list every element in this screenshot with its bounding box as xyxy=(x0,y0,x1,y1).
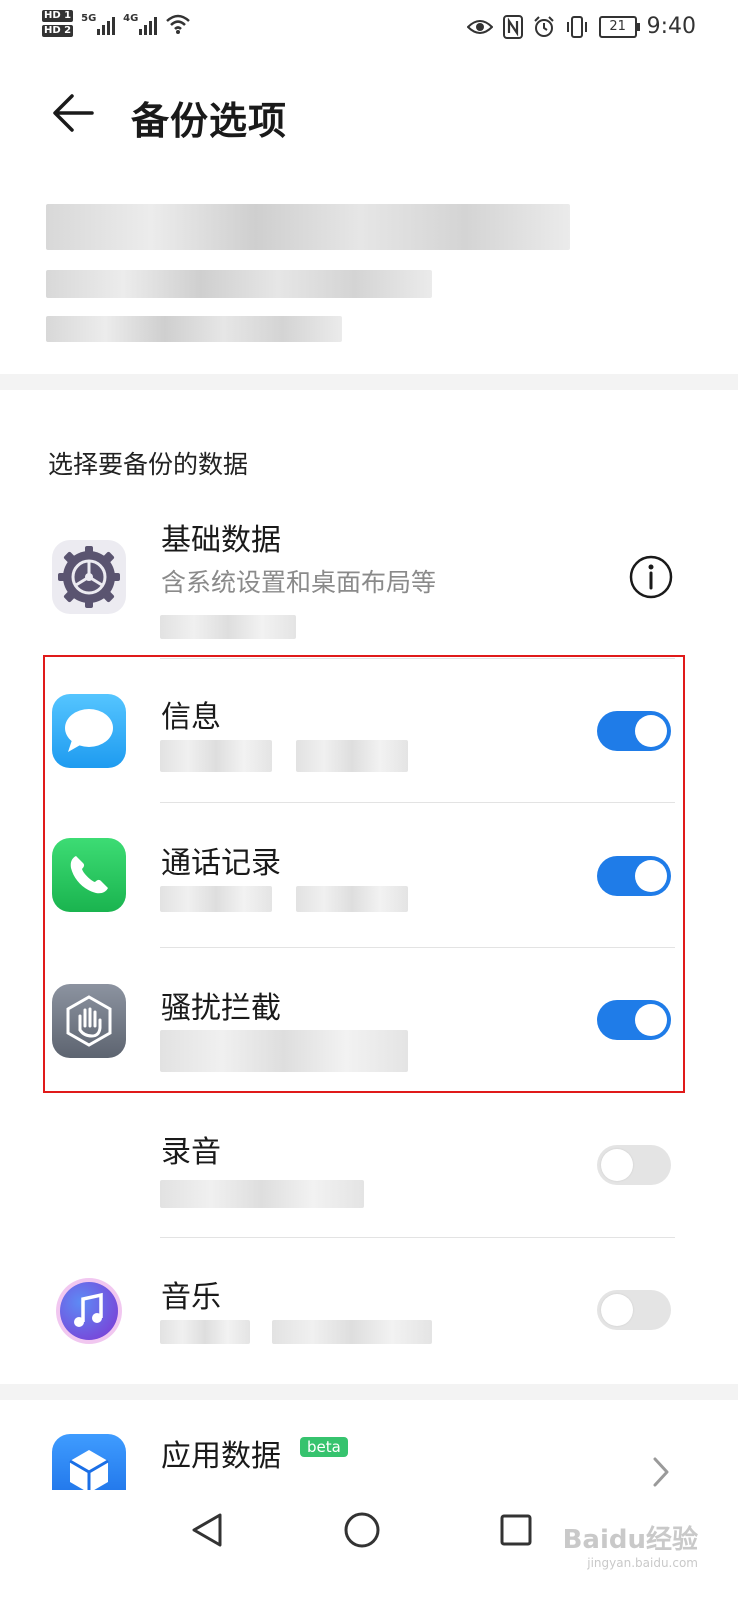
hd1-badge: HD 1 xyxy=(42,10,74,22)
divider xyxy=(160,1237,675,1238)
app-bar: 备份选项 xyxy=(0,70,738,160)
music-toggle[interactable] xyxy=(597,1290,671,1330)
item-subtitle: 含系统设置和桌面布局等 xyxy=(161,568,437,597)
alarm-icon xyxy=(533,15,554,37)
status-bar: HD 1 HD 2 5G 4G 21 9:40 xyxy=(0,0,738,56)
page-title: 备份选项 xyxy=(131,99,288,143)
recorder-wave-icon xyxy=(58,1144,116,1186)
clock: 9:40 xyxy=(646,14,696,39)
info-icon[interactable] xyxy=(628,554,674,600)
beta-badge: beta xyxy=(300,1437,348,1457)
item-title: 音乐 xyxy=(161,1280,221,1315)
hd2-badge: HD 2 xyxy=(42,25,74,37)
hd-indicator: HD 1 HD 2 xyxy=(42,10,74,37)
signal-sim2-icon: 4G xyxy=(123,13,158,35)
vibrate-icon xyxy=(566,15,587,38)
account-info-redacted xyxy=(46,204,570,250)
recordings-toggle[interactable] xyxy=(597,1145,671,1185)
watermark: Baidu经验 jingyan.baidu.com xyxy=(563,1519,698,1570)
wifi-icon xyxy=(166,14,190,34)
battery-icon: 21 xyxy=(598,15,640,38)
music-icon xyxy=(56,1278,122,1344)
item-size-redacted xyxy=(160,615,296,639)
item-title: 录音 xyxy=(161,1135,221,1170)
signal-sim1-icon: 5G xyxy=(81,13,116,35)
item-title: 基础数据 xyxy=(161,523,281,558)
system-nav-bar: Baidu经验 jingyan.baidu.com xyxy=(0,1490,738,1600)
nav-recents-icon[interactable] xyxy=(496,1510,536,1550)
settings-gear-icon xyxy=(52,540,126,614)
watermark-url: jingyan.baidu.com xyxy=(587,1556,698,1570)
back-arrow-icon[interactable] xyxy=(48,88,98,138)
item-title: 应用数据 xyxy=(161,1439,281,1474)
highlight-box xyxy=(43,655,685,1093)
nav-home-icon[interactable] xyxy=(342,1510,382,1550)
eye-icon xyxy=(466,19,493,34)
nav-back-icon[interactable] xyxy=(188,1510,228,1550)
chevron-right-icon[interactable] xyxy=(650,1455,672,1489)
item-size-redacted xyxy=(160,1320,250,1344)
section-separator xyxy=(0,374,738,390)
item-size-redacted-2 xyxy=(272,1320,432,1344)
account-detail-redacted-2 xyxy=(46,316,342,342)
item-size-redacted xyxy=(160,1180,364,1208)
watermark-brand: Baidu经验 xyxy=(562,1525,698,1555)
nfc-icon xyxy=(502,14,523,39)
section-separator xyxy=(0,1384,738,1400)
account-detail-redacted xyxy=(46,270,432,298)
section-label: 选择要备份的数据 xyxy=(48,450,249,479)
